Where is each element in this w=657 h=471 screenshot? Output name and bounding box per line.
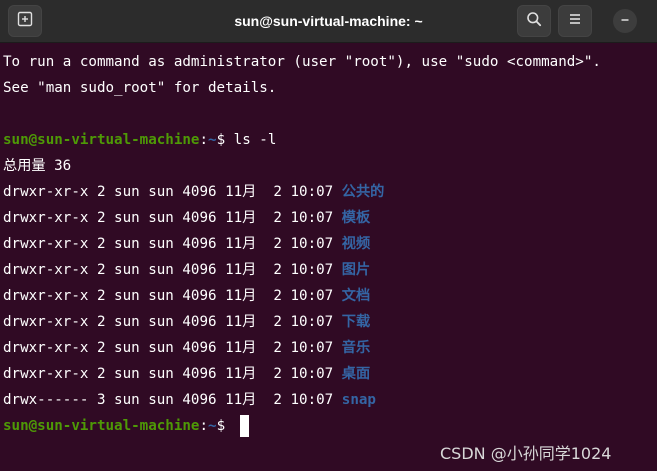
file-info: drwxr-xr-x 2 sun sun 4096 11月 2 10:07 (3, 314, 342, 330)
file-info: drwxr-xr-x 2 sun sun 4096 11月 2 10:07 (3, 288, 342, 304)
hamburger-menu-icon (567, 11, 583, 32)
list-item: drwxr-xr-x 2 sun sun 4096 11月 2 10:07 公共… (3, 179, 653, 205)
directory-name: 公共的 (341, 184, 385, 200)
list-item: drwxr-xr-x 2 sun sun 4096 11月 2 10:07 图片 (3, 257, 653, 283)
list-item: drwxr-xr-x 2 sun sun 4096 11月 2 10:07 音乐 (3, 335, 653, 361)
text-cursor (239, 415, 249, 437)
file-info: drwxr-xr-x 2 sun sun 4096 11月 2 10:07 (3, 210, 342, 226)
new-tab-icon (17, 11, 33, 32)
prompt-colon: : (199, 132, 209, 148)
terminal-output[interactable]: To run a command as administrator (user … (3, 49, 653, 439)
list-item: drwxr-xr-x 2 sun sun 4096 11月 2 10:07 模板 (3, 205, 653, 231)
directory-name: 模板 (341, 210, 371, 226)
list-item: drwxr-xr-x 2 sun sun 4096 11月 2 10:07 视频 (3, 231, 653, 257)
new-tab-button[interactable] (8, 5, 42, 37)
prompt-line[interactable]: sun@sun-virtual-machine:~$ (3, 413, 653, 439)
file-info: drwxr-xr-x 2 sun sun 4096 11月 2 10:07 (3, 262, 342, 278)
motd-line: See "man sudo_root" for details. (3, 80, 277, 96)
command-text: ls -l (233, 132, 277, 148)
total-line: 总用量 36 (3, 158, 72, 174)
prompt-colon: : (199, 418, 209, 434)
directory-name: 下载 (341, 314, 371, 330)
file-info: drwxr-xr-x 2 sun sun 4096 11月 2 10:07 (3, 366, 342, 382)
terminal-window: sun@sun-virtual-machine: ~ To run a comm… (0, 0, 657, 471)
search-button[interactable] (517, 5, 551, 37)
search-icon (526, 11, 542, 32)
list-item: drwx------ 3 sun sun 4096 11月 2 10:07 sn… (3, 387, 653, 413)
file-info: drwxr-xr-x 2 sun sun 4096 11月 2 10:07 (3, 236, 342, 252)
directory-name: 桌面 (341, 366, 371, 382)
prompt-path: ~ (208, 132, 217, 148)
menu-button[interactable] (558, 5, 592, 37)
title-bar: sun@sun-virtual-machine: ~ (0, 0, 657, 43)
file-info: drwxr-xr-x 2 sun sun 4096 11月 2 10:07 (3, 340, 342, 356)
minimize-icon (619, 12, 631, 30)
prompt-symbol: $ (216, 132, 234, 148)
list-item: drwxr-xr-x 2 sun sun 4096 11月 2 10:07 下载 (3, 309, 653, 335)
list-item: drwxr-xr-x 2 sun sun 4096 11月 2 10:07 桌面 (3, 361, 653, 387)
watermark: CSDN @小孙同学1024 (440, 444, 612, 463)
directory-name: 视频 (341, 236, 371, 252)
prompt-user-host: sun@sun-virtual-machine (3, 418, 200, 434)
list-item: drwxr-xr-x 2 sun sun 4096 11月 2 10:07 文档 (3, 283, 653, 309)
directory-name: 文档 (341, 288, 371, 304)
prompt-user-host: sun@sun-virtual-machine (3, 132, 200, 148)
prompt-symbol: $ (216, 418, 234, 434)
command-line: sun@sun-virtual-machine:~$ ls -l (3, 127, 653, 153)
file-info: drwxr-xr-x 2 sun sun 4096 11月 2 10:07 (3, 184, 342, 200)
directory-name: 音乐 (341, 340, 371, 356)
motd-line: To run a command as administrator (user … (3, 54, 601, 70)
directory-name: snap (341, 392, 376, 408)
prompt-path: ~ (208, 418, 217, 434)
file-info: drwx------ 3 sun sun 4096 11月 2 10:07 (3, 392, 342, 408)
minimize-button[interactable] (613, 9, 637, 33)
directory-name: 图片 (341, 262, 371, 278)
